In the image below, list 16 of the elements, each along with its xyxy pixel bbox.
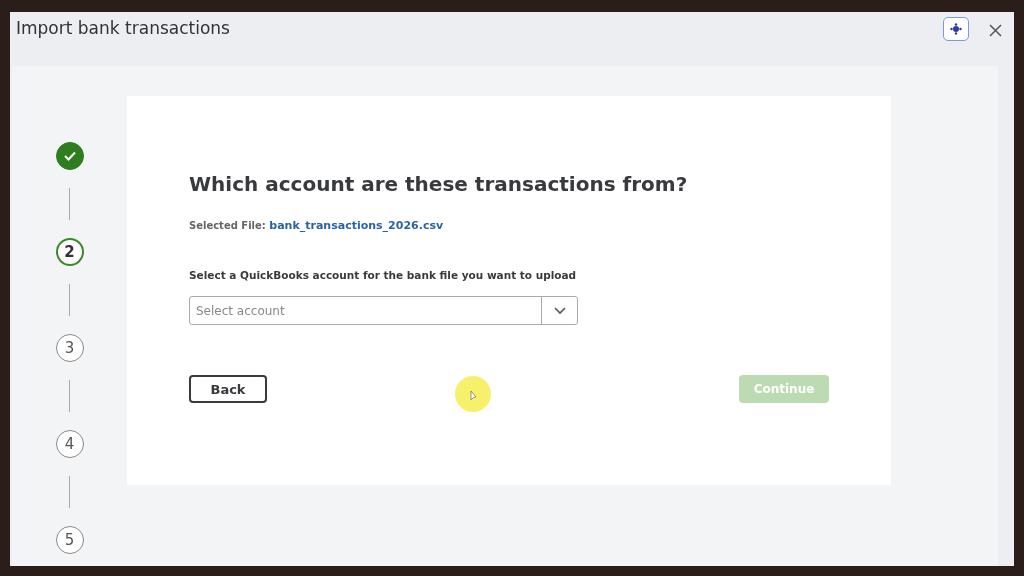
form-heading: Which account are these transactions from? xyxy=(189,172,689,196)
window-title: Import bank transactions xyxy=(16,17,230,41)
help-button[interactable] xyxy=(943,17,969,41)
account-label: Select a QuickBooks account for the bank file you want to upload xyxy=(189,267,578,283)
chevron-down-icon xyxy=(553,306,566,315)
file-name: bank_transactions_2026.csv xyxy=(269,219,444,232)
account-field[interactable]: Select account xyxy=(190,297,541,325)
step-number: 2 xyxy=(55,238,84,266)
cursor-highlight xyxy=(455,376,491,413)
account-select[interactable]: Select account xyxy=(189,296,578,326)
file-label: Selected File: xyxy=(189,220,266,231)
step-number: 5 xyxy=(55,526,84,554)
step-number: 3 xyxy=(55,334,84,362)
back-button[interactable]: Back xyxy=(189,375,267,404)
help-icon xyxy=(950,23,962,35)
step-number: 4 xyxy=(55,430,84,458)
